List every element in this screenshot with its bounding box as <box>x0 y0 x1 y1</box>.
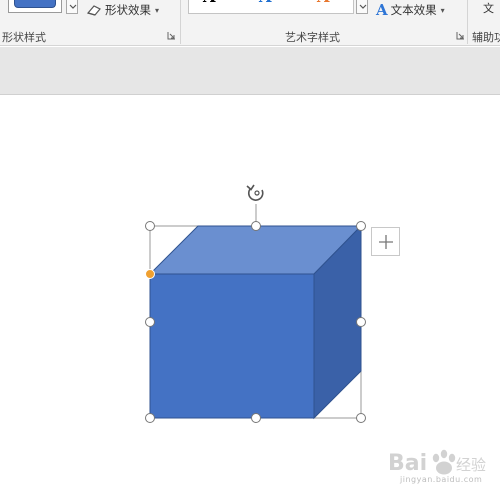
resize-handle-bottom-left[interactable] <box>145 413 155 423</box>
resize-handle-bottom[interactable] <box>251 413 261 423</box>
adjustment-handle[interactable] <box>145 269 155 279</box>
svg-text:Bai: Bai <box>388 451 427 476</box>
resize-handle-top[interactable] <box>251 221 261 231</box>
svg-text:经验: 经验 <box>456 456 486 474</box>
layout-options-button[interactable] <box>371 227 400 256</box>
watermark-url: jingyan.baidu.com <box>400 475 483 484</box>
resize-handle-bottom-right[interactable] <box>356 413 366 423</box>
cube-front-face[interactable] <box>149 273 315 419</box>
selected-shape-layer <box>145 184 366 423</box>
plus-icon <box>379 235 393 249</box>
resize-handle-right[interactable] <box>356 317 366 327</box>
resize-handle-top-right[interactable] <box>356 221 366 231</box>
resize-handle-top-left[interactable] <box>145 221 155 231</box>
rotate-handle-icon[interactable] <box>246 184 264 201</box>
resize-handle-left[interactable] <box>145 317 155 327</box>
